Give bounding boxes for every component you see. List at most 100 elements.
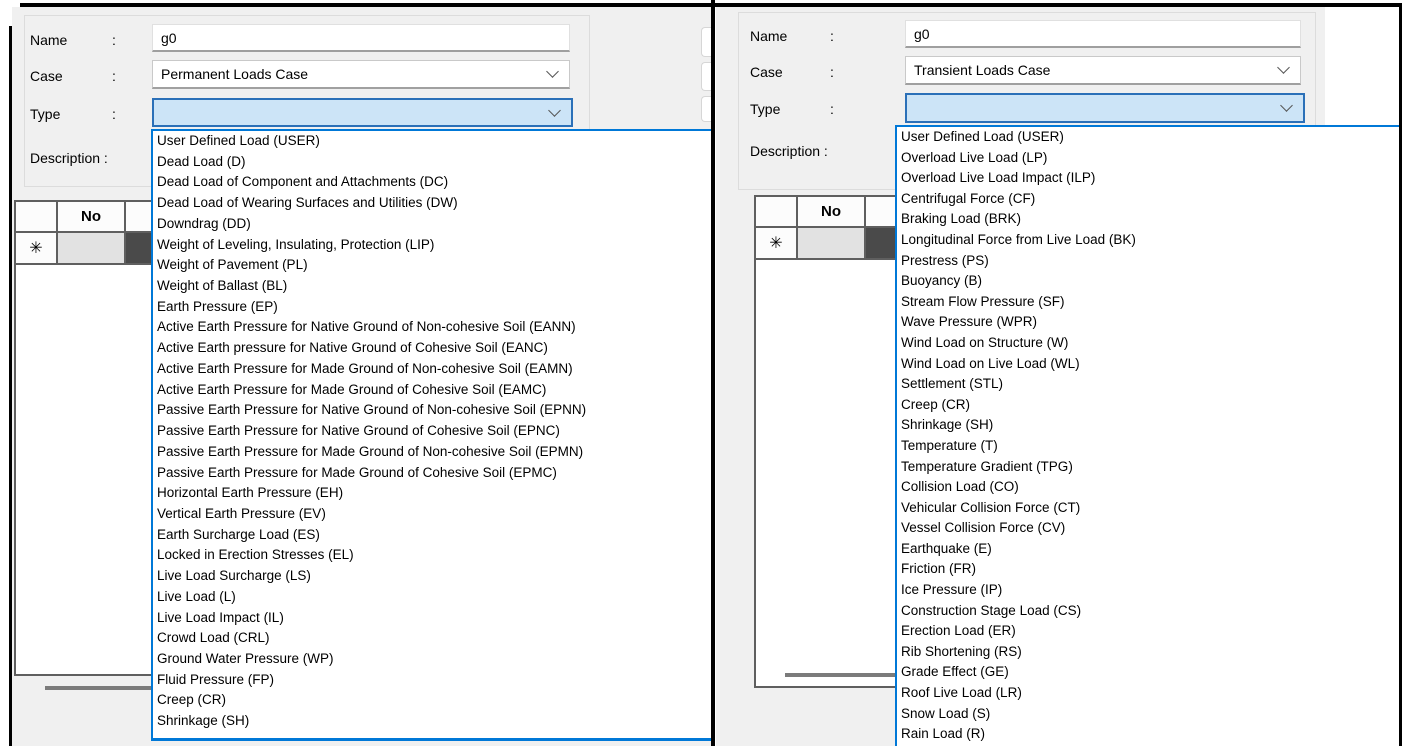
type-option[interactable]: Earthquake (E) [897,539,1402,560]
type-option[interactable]: Vertical Earth Pressure (EV) [153,504,713,525]
case-combobox-value: Transient Loads Case [914,62,1050,78]
type-option[interactable]: Ground Water Pressure (WP) [153,649,713,670]
splitter-handle[interactable] [785,673,895,677]
type-option[interactable]: Shrinkage (SH) [897,415,1402,436]
type-label: Type [30,106,60,122]
type-option[interactable]: Snow Load (S) [897,704,1402,725]
type-option[interactable]: Rain Load (R) [897,724,1402,745]
type-option[interactable]: Centrifugal Force (CF) [897,189,1402,210]
type-option[interactable]: Wind Load on Live Load (WL) [897,354,1402,375]
type-option[interactable]: Locked in Erection Stresses (EL) [153,545,713,566]
type-option[interactable]: Passive Earth Pressure for Made Ground o… [153,442,713,463]
type-option[interactable]: Dead Load (D) [153,152,713,173]
case-colon: : [830,64,834,80]
type-option[interactable]: Temperature (T) [897,436,1402,457]
type-option[interactable]: Dead Load of Component and Attachments (… [153,172,713,193]
grid-cell[interactable] [798,228,864,258]
name-label: Name [30,32,67,48]
type-option[interactable]: Collision Load (CO) [897,477,1402,498]
type-colon: : [112,106,116,122]
type-option[interactable]: Active Earth Pressure for Made Ground of… [153,380,713,401]
type-option[interactable]: Horizontal Earth Pressure (EH) [153,483,713,504]
type-option[interactable]: Longitudinal Force from Live Load (BK) [897,230,1402,251]
type-option[interactable]: Temperature Gradient (TPG) [897,457,1402,478]
type-option[interactable]: Passive Earth Pressure for Made Ground o… [153,463,713,484]
splitter-handle[interactable] [45,686,151,690]
type-option[interactable]: Dead Load of Wearing Surfaces and Utilit… [153,193,713,214]
grid-no-header[interactable]: No [798,197,864,226]
type-option[interactable]: Crowd Load (CRL) [153,628,713,649]
frame-left-line [9,26,12,746]
type-option[interactable]: Earth Pressure (EP) [153,297,713,318]
case-combobox-value: Permanent Loads Case [161,66,308,82]
grid-cell[interactable] [58,233,124,263]
type-option[interactable]: Active Earth Pressure for Made Ground of… [153,359,713,380]
type-option[interactable]: User Defined Load (USER) [153,131,713,152]
type-option[interactable]: Wave Pressure (WPR) [897,312,1402,333]
new-row-marker-cell[interactable]: ✳ [16,233,56,263]
type-option[interactable]: Settlement (STL) [897,374,1402,395]
type-option[interactable]: Passive Earth Pressure for Native Ground… [153,400,713,421]
type-option[interactable]: Prestress (PS) [897,251,1402,272]
grid-rows: No ✳ [16,202,152,265]
type-option[interactable]: Grade Effect (GE) [897,662,1402,683]
type-option[interactable]: Stream Flow Pressure (SF) [897,292,1402,313]
type-option[interactable]: Passive Earth Pressure for Native Ground… [153,421,713,442]
case-label: Case [750,64,783,80]
type-option[interactable]: Vehicular Collision Force (CT) [897,498,1402,519]
type-option[interactable]: Weight of Pavement (PL) [153,255,713,276]
type-option[interactable]: Creep (CR) [153,690,713,711]
type-option[interactable]: Active Earth pressure for Native Ground … [153,338,713,359]
description-label: Description : [30,150,108,166]
case-combobox[interactable]: Transient Loads Case [905,56,1301,85]
type-option[interactable]: Downdrag (DD) [153,214,713,235]
type-option[interactable]: Weight of Leveling, Insulating, Protecti… [153,235,713,256]
type-colon: : [830,101,834,117]
name-input[interactable] [905,20,1301,48]
grid-cell-selected[interactable] [126,233,152,263]
type-option[interactable]: Overload Live Load (LP) [897,148,1402,169]
type-option[interactable]: Construction Stage Load (CS) [897,601,1402,622]
type-option[interactable]: Live Load (L) [153,587,713,608]
partial-button[interactable] [701,62,711,91]
type-option[interactable]: Erection Load (ER) [897,621,1402,642]
type-option[interactable]: Live Load Surcharge (LS) [153,566,713,587]
partial-button[interactable] [701,96,711,122]
type-option[interactable]: Buoyancy (B) [897,271,1402,292]
type-dropdown-list: User Defined Load (USER)Dead Load (D)Dea… [151,129,713,741]
case-combobox[interactable]: Permanent Loads Case [152,60,570,89]
name-input[interactable] [152,24,570,52]
type-option[interactable]: Wind Load on Structure (W) [897,333,1402,354]
case-label: Case [30,68,63,84]
type-option[interactable]: Live Load Impact (IL) [153,608,713,629]
type-option[interactable]: Creep (CR) [897,395,1402,416]
grid-cell-selected[interactable] [866,228,895,258]
type-option[interactable]: Weight of Ballast (BL) [153,276,713,297]
type-option[interactable]: Overload Live Load Impact (ILP) [897,168,1402,189]
type-option[interactable]: Roof Live Load (LR) [897,683,1402,704]
grid-body[interactable] [756,260,895,686]
grid-no-header[interactable]: No [58,202,124,231]
type-option[interactable]: User Defined Load (USER) [897,127,1402,148]
grid-extra-header[interactable] [866,197,895,226]
type-option[interactable]: Rib Shortening (RS) [897,642,1402,663]
type-option[interactable]: Earth Surcharge Load (ES) [153,525,713,546]
type-option[interactable]: Active Earth Pressure for Native Ground … [153,317,713,338]
load-cases-grid: No ✳ [14,200,152,676]
type-option[interactable]: Braking Load (BRK) [897,209,1402,230]
type-option[interactable]: Fluid Pressure (FP) [153,670,713,691]
description-label: Description : [750,143,828,159]
type-option[interactable]: Vessel Collision Force (CV) [897,518,1402,539]
grid-corner-cell[interactable] [756,197,796,226]
grid-corner-cell[interactable] [16,202,56,231]
grid-extra-header[interactable] [126,202,152,231]
new-row-marker-cell[interactable]: ✳ [756,228,796,258]
grid-body[interactable] [16,265,152,674]
type-combobox[interactable] [905,93,1305,123]
type-combobox[interactable] [152,98,573,127]
type-option[interactable]: Friction (FR) [897,559,1402,580]
type-option[interactable]: Ice Pressure (IP) [897,580,1402,601]
partial-button[interactable] [701,27,711,57]
name-colon: : [830,28,834,44]
type-option[interactable]: Shrinkage (SH) [153,711,713,732]
